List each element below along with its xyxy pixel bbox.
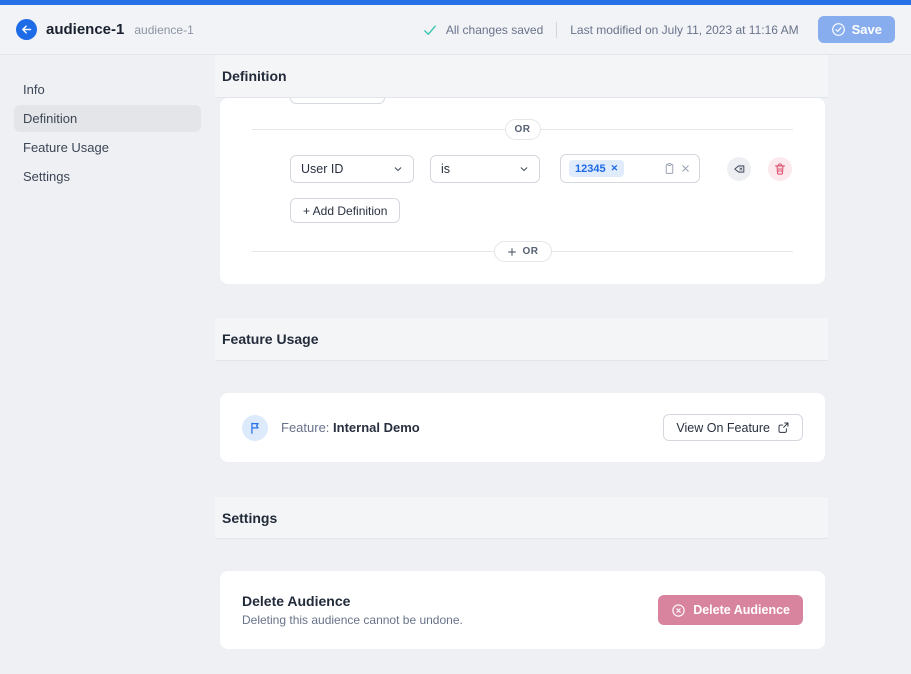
sidebar: Info Definition Feature Usage Settings (0, 55, 215, 192)
divider-line (541, 129, 794, 130)
page-header: audience-1 audience-1 All changes saved … (0, 5, 911, 55)
backspace-icon (732, 162, 746, 176)
backspace-button[interactable] (727, 157, 751, 181)
save-button[interactable]: Save (818, 16, 895, 43)
sidebar-item-definition[interactable]: Definition (14, 105, 201, 132)
delete-audience-title: Delete Audience (242, 593, 463, 609)
save-check-icon (831, 22, 846, 37)
circle-x-icon (671, 603, 686, 618)
feature-label: Feature: Internal Demo (281, 420, 420, 435)
feature-flag-badge (242, 415, 268, 441)
add-or-button[interactable]: OR (494, 241, 552, 262)
settings-section-title: Settings (222, 510, 277, 526)
sidebar-item-settings[interactable]: Settings (14, 163, 201, 190)
condition-row: User ID is (290, 154, 825, 183)
delete-audience-description: Deleting this audience cannot be undone. (242, 613, 463, 627)
operator-select[interactable]: is (430, 155, 540, 183)
definition-section-title: Definition (222, 68, 287, 84)
feature-usage-card: Feature: Internal Demo View On Feature (220, 393, 825, 462)
trash-icon (773, 162, 787, 176)
or-divider: OR (252, 119, 793, 140)
sidebar-item-feature-usage[interactable]: Feature Usage (14, 134, 201, 161)
main-content: Definition OR User ID (215, 55, 828, 649)
attribute-select-value: User ID (301, 162, 343, 176)
attribute-select[interactable]: User ID (290, 155, 414, 183)
last-modified-text: Last modified on July 11, 2023 at 11:16 … (570, 23, 798, 37)
delete-audience-button[interactable]: Delete Audience (658, 595, 803, 625)
chevron-down-icon (393, 164, 403, 174)
arrow-left-icon (20, 23, 33, 36)
operator-select-value: is (441, 162, 450, 176)
chip-remove-icon[interactable]: ✕ (611, 163, 619, 174)
delete-audience-button-label: Delete Audience (693, 603, 790, 617)
feature-name: Internal Demo (333, 420, 420, 435)
clear-values-icon[interactable] (680, 163, 691, 174)
header-divider (556, 22, 557, 38)
feature-usage-section-title: Feature Usage (222, 331, 318, 347)
flag-icon (248, 421, 262, 435)
divider-line (252, 129, 505, 130)
back-button[interactable] (16, 19, 37, 40)
view-on-feature-button[interactable]: View On Feature (663, 414, 803, 441)
delete-audience-card: Delete Audience Deleting this audience c… (220, 571, 825, 649)
divider-line (552, 251, 794, 252)
sidebar-item-info[interactable]: Info (14, 76, 201, 103)
add-or-label: OR (523, 246, 539, 257)
or-label: OR (515, 124, 531, 135)
page-subtitle: audience-1 (134, 23, 193, 37)
or-divider-pill: OR (505, 119, 541, 140)
save-button-label: Save (852, 22, 882, 37)
saved-check-icon (423, 24, 437, 36)
save-status-text: All changes saved (446, 23, 543, 37)
page-title: audience-1 (46, 21, 124, 38)
settings-section-header: Settings (215, 497, 828, 539)
value-chip-label: 12345 (575, 163, 606, 175)
values-input[interactable]: 12345 ✕ (560, 154, 700, 183)
delete-condition-button[interactable] (768, 157, 792, 181)
add-or-divider: OR (252, 241, 793, 262)
paste-clipboard-icon[interactable] (663, 162, 676, 175)
definition-section-header: Definition (215, 55, 828, 98)
divider-line (252, 251, 494, 252)
chevron-down-icon (519, 164, 529, 174)
feature-usage-section-header: Feature Usage (215, 318, 828, 361)
definition-card: OR User ID is (220, 98, 825, 284)
partially-visible-button[interactable] (290, 98, 385, 104)
value-chip: 12345 ✕ (569, 160, 624, 177)
plus-icon (507, 247, 517, 257)
feature-label-prefix: Feature: (281, 420, 333, 435)
view-on-feature-label: View On Feature (676, 421, 770, 435)
external-link-icon (777, 421, 790, 434)
add-definition-button[interactable]: + Add Definition (290, 198, 400, 223)
